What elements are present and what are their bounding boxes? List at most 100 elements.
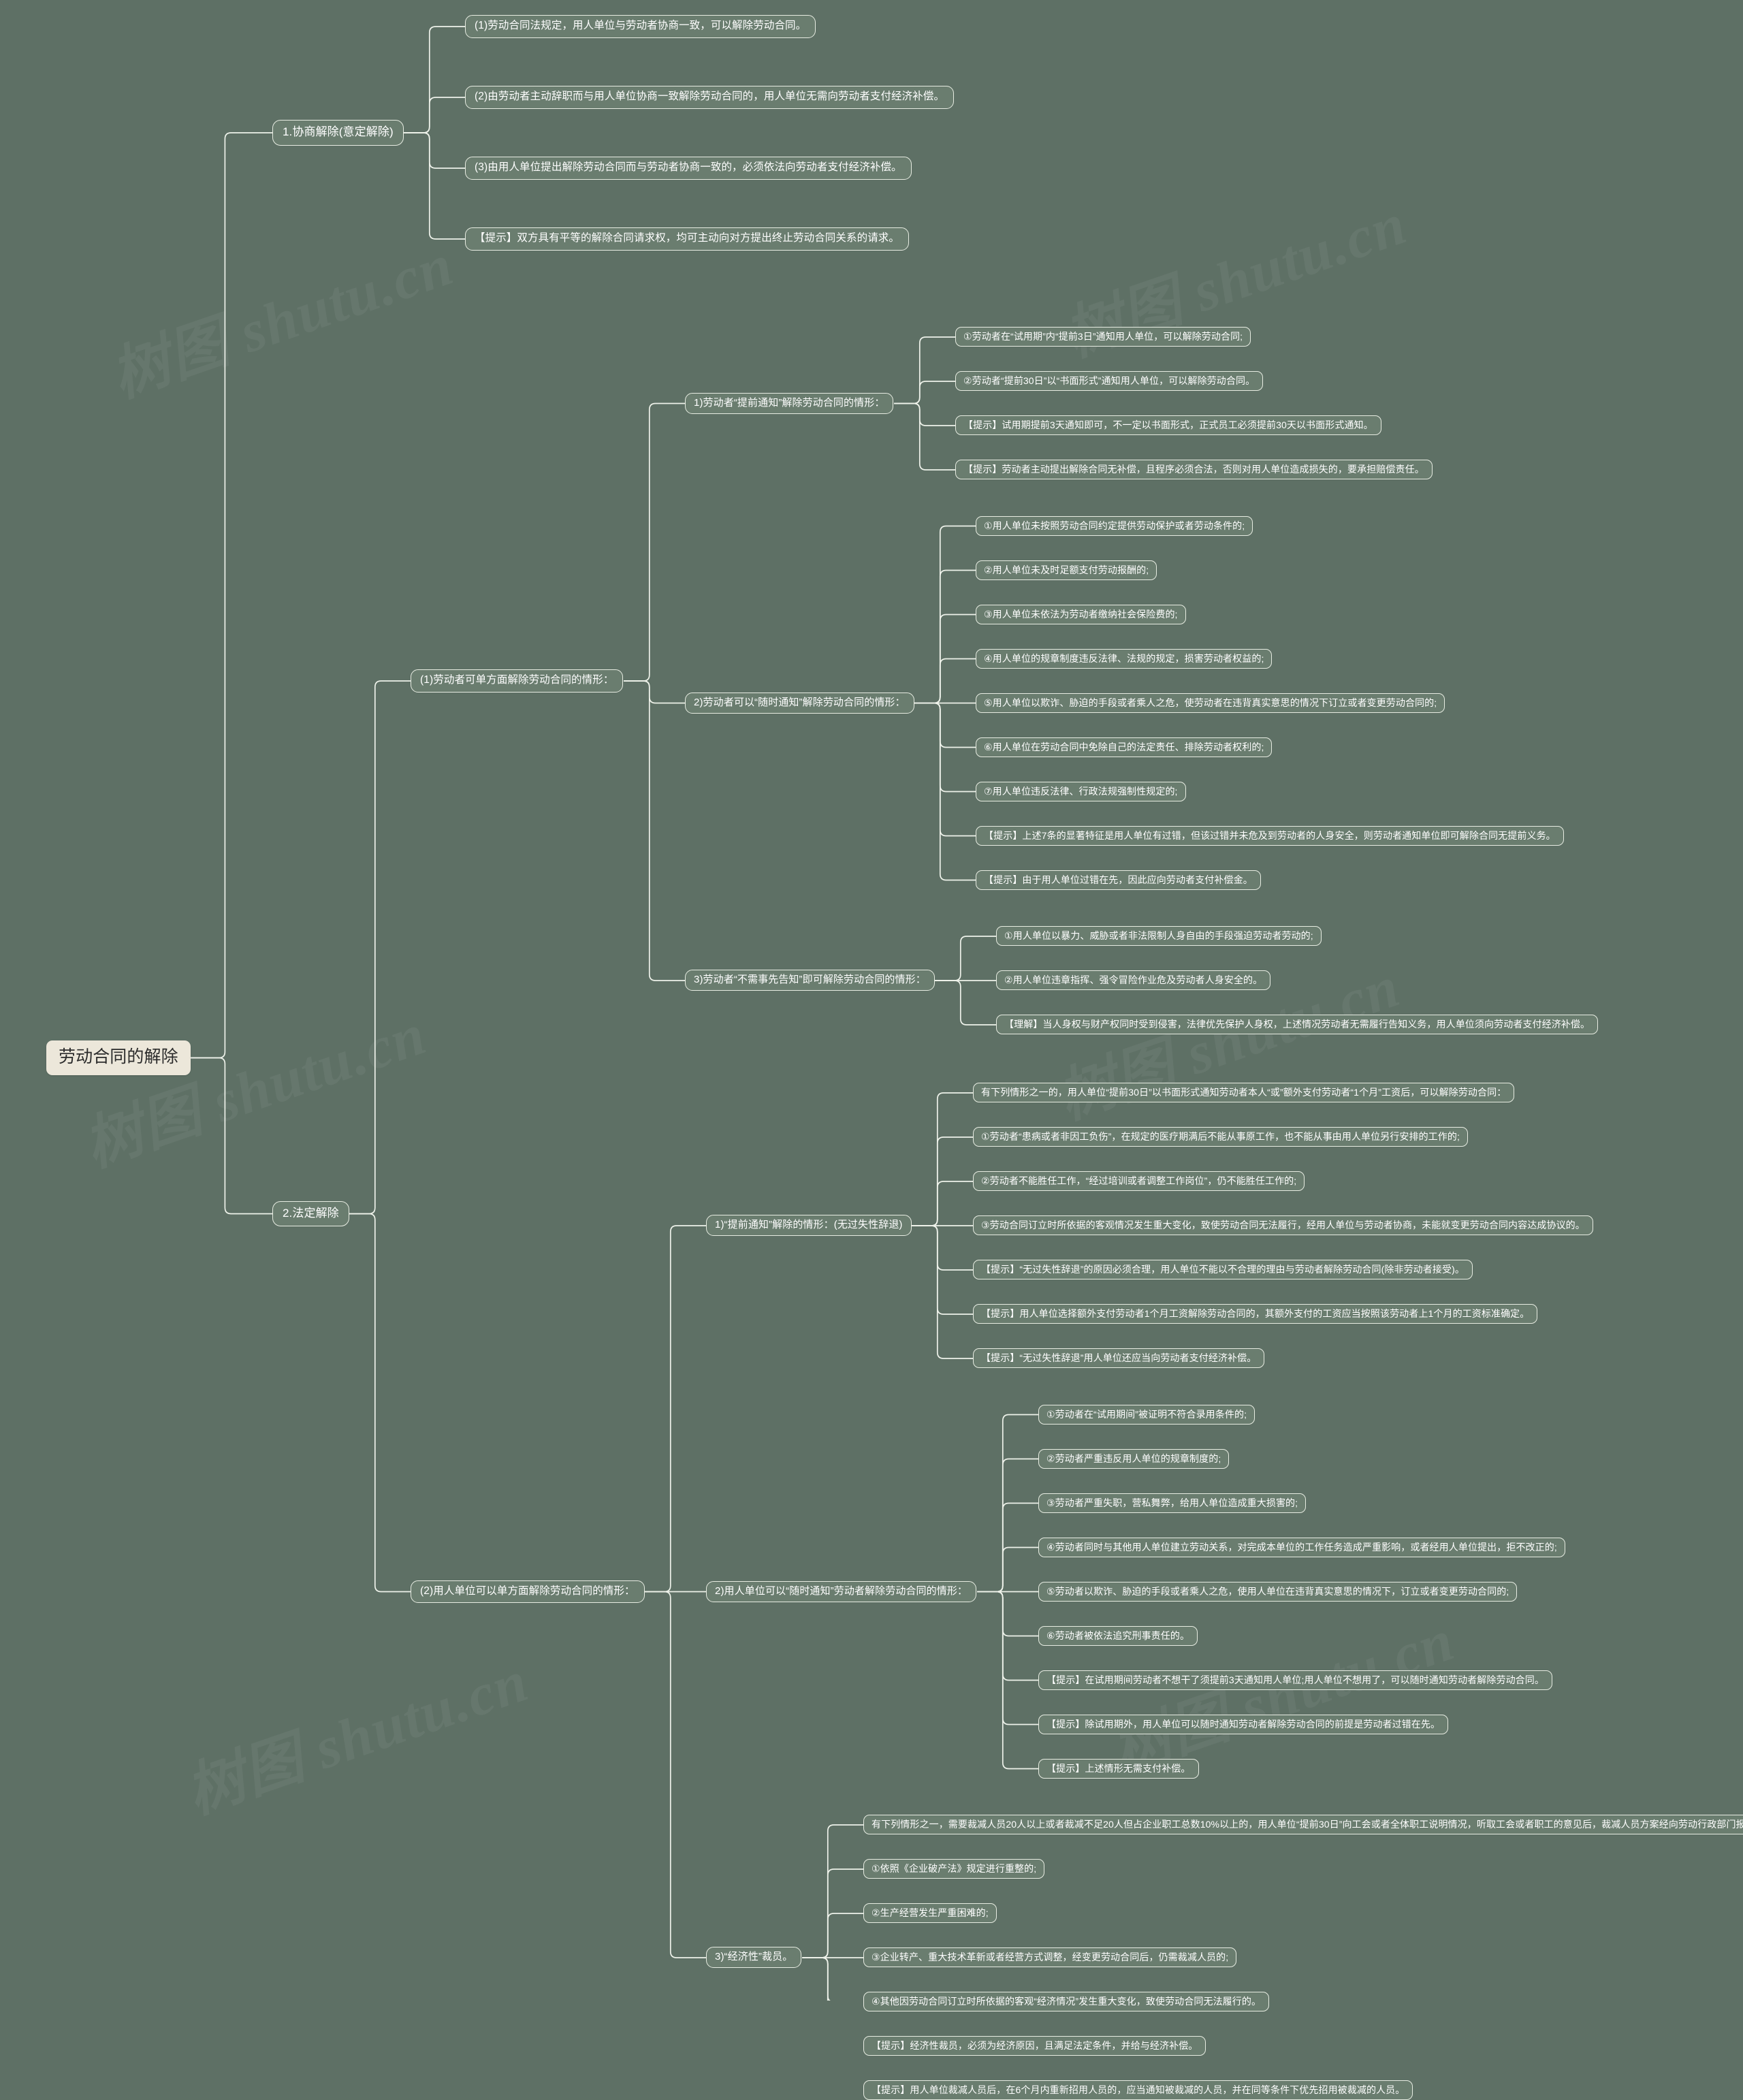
leaf-node[interactable]: ③劳动者严重失职，营私舞弊，给用人单位造成重大损害的; xyxy=(1038,1493,1307,1513)
leaf-node[interactable]: ①劳动者在“试用期间”被证明不符合录用条件的; xyxy=(1038,1404,1256,1425)
leaf-node[interactable]: 【提示】除试用期外，用人单位可以随时通知劳动者解除劳动合同的前提是劳动者过错在先… xyxy=(1038,1714,1449,1734)
connector xyxy=(977,1591,1038,1770)
connector xyxy=(912,1225,973,1359)
leaf-node[interactable]: ②劳动者严重违反用人单位的规章制度的; xyxy=(1038,1448,1230,1469)
subgroup-node[interactable]: 3)劳动者“不需事先告知”即可解除劳动合同的情形： xyxy=(685,970,935,991)
leaf-node[interactable]: ②劳动者“提前30日”以“书面形式”通知用人单位，可以解除劳动合同。 xyxy=(955,371,1264,392)
leaf-node[interactable]: 【提示】劳动者主动提出解除合同无补偿，且程序必须合法，否则对用人单位造成损失的，… xyxy=(955,460,1433,480)
connector xyxy=(802,1957,831,2001)
connector xyxy=(977,1502,1038,1593)
connector xyxy=(914,702,976,793)
watermark: 树图 shutu.cn xyxy=(1049,953,1408,1132)
connector xyxy=(912,1225,973,1271)
leaf-node[interactable]: ①劳动者“患病或者非因工负伤”，在规定的医疗期满后不能从事原工作，也不能从事由用… xyxy=(973,1127,1468,1147)
leaf-node[interactable]: ②用人单位违章指挥、强令冒险作业危及劳动者人身安全的。 xyxy=(996,970,1271,991)
leaf-node[interactable]: ③用人单位未依法为劳动者缴纳社会保险费的; xyxy=(976,604,1186,624)
branch-node[interactable]: 1.协商解除(意定解除) xyxy=(272,120,404,146)
leaf-node[interactable]: ①用人单位未按照劳动合同约定提供劳动保护或者劳动条件的; xyxy=(976,515,1253,536)
connector xyxy=(977,1546,1038,1593)
connector xyxy=(894,381,955,404)
leaf-node[interactable]: 有下列情形之一的，用人单位“提前30日”以书面形式通知劳动者本人“或”额外支付劳… xyxy=(973,1083,1515,1103)
leaf-node[interactable]: (3)由用人单位提出解除劳动合同而与劳动者协商一致的，必须依法向劳动者支付经济补… xyxy=(465,157,912,180)
connector xyxy=(894,402,955,471)
subgroup-node[interactable]: 1)劳动者“提前通知”解除劳动合同的情形： xyxy=(685,392,894,414)
leaf-node[interactable]: 【提示】“无过失性辞退”的原因必须合理，用人单位不能以不合理的理由与劳动者解除劳… xyxy=(973,1260,1473,1280)
connector-layer xyxy=(191,26,1038,2001)
leaf-node[interactable]: 【提示】用人单位裁减人员后，在6个月内重新招用人员的，应当通知被裁减的人员，并在… xyxy=(863,2080,1413,2100)
leaf-node[interactable]: ⑥用人单位在劳动合同中免除自己的法定责任、排除劳动者权利的; xyxy=(976,737,1273,757)
branch-node[interactable]: 2.法定解除 xyxy=(272,1200,349,1227)
leaf-node[interactable]: 【提示】在试用期间劳动者不想干了须提前3天通知用人单位;用人单位不想用了，可以随… xyxy=(1038,1670,1552,1690)
connector xyxy=(977,1458,1038,1593)
leaf-node[interactable]: 【提示】试用期提前3天通知即可，不一定以书面形式，正式员工必须提前30天以书面形… xyxy=(955,415,1381,436)
connector xyxy=(624,680,685,981)
leaf-node[interactable]: 【提示】由于用人单位过错在先，因此应向劳动者支付补偿金。 xyxy=(976,870,1261,890)
leaf-node[interactable]: ④其他因劳动合同订立时所依据的客观“经济情况”发生重大变化，致使劳动合同无法履行… xyxy=(863,1992,1270,2012)
connector xyxy=(624,680,685,704)
connector xyxy=(914,702,976,748)
leaf-node[interactable]: ⑥劳动者被依法追究刑事责任的。 xyxy=(1038,1625,1198,1646)
connector xyxy=(404,26,465,133)
leaf-node[interactable]: 【提示】“无过失性辞退”用人单位还应当向劳动者支付经济补偿。 xyxy=(973,1348,1265,1369)
connector xyxy=(914,614,976,704)
connector xyxy=(977,1591,1038,1637)
connector xyxy=(914,525,976,704)
leaf-node[interactable]: ②劳动者不能胜任工作，“经过培训或者调整工作岗位”，仍不能胜任工作的; xyxy=(973,1171,1305,1192)
leaf-node[interactable]: ③劳动合同订立时所依据的客观情况发生重大变化，致使劳动合同无法履行，经用人单位与… xyxy=(973,1215,1593,1236)
connector xyxy=(802,1957,829,2001)
connector xyxy=(802,1957,829,2001)
connector xyxy=(624,402,685,682)
root-node[interactable]: 劳动合同的解除 xyxy=(46,1040,191,1075)
leaf-node[interactable]: ⑤劳动者以欺诈、胁迫的手段或者乘人之危，使用人单位在违背真实意思的情况下，订立或… xyxy=(1038,1581,1518,1602)
leaf-node[interactable]: ②生产经营发生严重困难的; xyxy=(863,1903,997,1924)
leaf-node[interactable]: (2)由劳动者主动辞职而与用人单位协商一致解除劳动合同的，用人单位无需向劳动者支… xyxy=(465,86,955,109)
connector xyxy=(977,1414,1038,1593)
connector xyxy=(914,702,976,837)
subgroup-node[interactable]: 2)用人单位可以“随时通知”劳动者解除劳动合同的情形： xyxy=(706,1580,977,1602)
leaf-node[interactable]: 【理解】当人身权与财产权同时受到侵害，法律优先保护人身权，上述情况劳动者无需履行… xyxy=(996,1015,1599,1035)
connector xyxy=(349,680,411,1215)
group-node[interactable]: (1)劳动者可单方面解除劳动合同的情形： xyxy=(411,669,624,693)
connector xyxy=(802,1913,863,1958)
leaf-node[interactable]: 【提示】上述情形无需支付补偿。 xyxy=(1038,1758,1199,1779)
connector xyxy=(914,658,976,704)
connector xyxy=(912,1136,973,1226)
subgroup-node[interactable]: 3)“经济性”裁员。 xyxy=(706,1947,802,1969)
connector xyxy=(349,1213,411,1593)
leaf-node[interactable]: 有下列情形之一，需要裁减人员20人以上或者裁减不足20人但占企业职工总数10%以… xyxy=(863,1815,1743,1835)
connector xyxy=(977,1591,1038,1681)
leaf-node[interactable]: ⑦用人单位违反法律、行政法规强制性规定的; xyxy=(976,781,1186,801)
connector xyxy=(802,1824,863,1958)
leaf-node[interactable]: ①依照《企业破产法》规定进行重整的; xyxy=(863,1859,1045,1879)
mindmap-canvas: 树图 shutu.cn 树图 shutu.cn 树图 shutu.cn 树图 shut… xyxy=(0,0,1743,2100)
connector xyxy=(977,1591,1038,1725)
subgroup-node[interactable]: 2)劳动者可以“随时通知”解除劳动合同的情形： xyxy=(685,692,914,714)
leaf-node[interactable]: ①用人单位以暴力、威胁或者非法限制人身自由的手段强迫劳动者劳动的; xyxy=(996,926,1322,946)
connector xyxy=(191,132,272,1059)
connector xyxy=(935,936,996,981)
leaf-node[interactable]: ②用人单位未及时足额支付劳动报酬的; xyxy=(976,560,1157,580)
connector xyxy=(912,1092,973,1226)
connector xyxy=(894,336,955,404)
leaf-node[interactable]: 【提示】经济性裁员，必须为经济原因，且满足法定条件，并给与经济补偿。 xyxy=(863,2036,1206,2056)
leaf-node[interactable]: ③企业转产、重大技术革新或者经营方式调整，经变更劳动合同后，仍需裁减人员的; xyxy=(863,1947,1237,1968)
leaf-node[interactable]: ①劳动者在“试用期”内“提前3日”通知用人单位，可以解除劳动合同; xyxy=(955,327,1251,347)
connector xyxy=(912,1181,973,1226)
connector xyxy=(912,1225,973,1315)
watermark: 树图 shutu.cn xyxy=(103,231,462,410)
connector xyxy=(645,1591,706,1958)
subgroup-node[interactable]: 1)“提前通知”解除的情形：(无过失性辞退) xyxy=(706,1215,912,1237)
leaf-node[interactable]: ④劳动者同时与其他用人单位建立劳动关系，对完成本单位的工作任务造成严重影响，或者… xyxy=(1038,1537,1565,1557)
leaf-node[interactable]: 【提示】用人单位选择额外支付劳动者1个月工资解除劳动合同的，其额外支付的工资应当… xyxy=(973,1304,1538,1324)
leaf-node[interactable]: (1)劳动合同法规定，用人单位与劳动者协商一致，可以解除劳动合同。 xyxy=(465,15,816,38)
leaf-node[interactable]: ④用人单位的规章制度违反法律、法规的规定，损害劳动者权益的; xyxy=(976,648,1273,669)
connector xyxy=(191,1057,272,1215)
connector xyxy=(404,132,465,240)
leaf-node[interactable]: 【提示】双方具有平等的解除合同请求权，均可主动向对方提出终止劳动合同关系的请求。 xyxy=(465,227,910,251)
connector xyxy=(404,97,465,133)
leaf-node[interactable]: ⑤用人单位以欺诈、胁迫的手段或者乘人之危，使劳动者在违背真实意思的情况下订立或者… xyxy=(976,693,1445,713)
group-node[interactable]: (2)用人单位可以单方面解除劳动合同的情形： xyxy=(411,1580,645,1604)
connector xyxy=(894,402,955,426)
connector xyxy=(914,702,976,881)
leaf-node[interactable]: 【提示】上述7条的显著特征是用人单位有过错，但该过错并未危及到劳动者的人身安全，… xyxy=(976,825,1564,846)
